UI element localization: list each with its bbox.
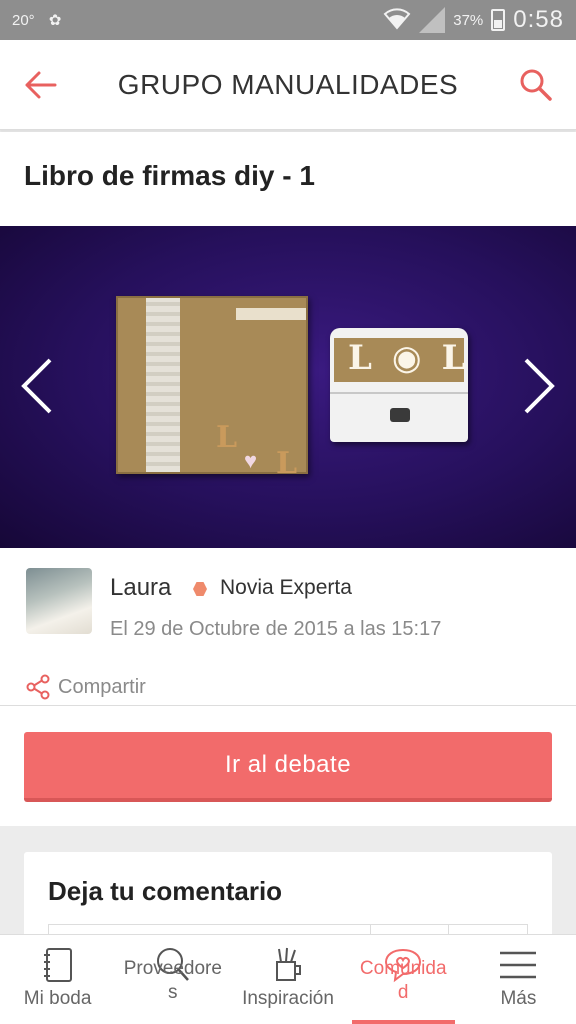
share-button[interactable]: Compartir bbox=[26, 674, 146, 700]
author-section: Laura Novia Experta El 29 de Octubre de … bbox=[0, 548, 576, 706]
back-arrow-icon[interactable] bbox=[20, 65, 60, 105]
battery-icon bbox=[491, 9, 506, 31]
status-bar: 20° ✿ 37% 0:58 bbox=[0, 0, 576, 40]
nav-label: Más bbox=[500, 988, 537, 1009]
author-rank: Novia Experta bbox=[220, 576, 352, 599]
nav-label: Mi boda bbox=[23, 988, 92, 1009]
wifi-icon bbox=[383, 6, 411, 34]
nav-label: Inspiración bbox=[242, 988, 334, 1009]
app-bar: GRUPO MANUALIDADES bbox=[0, 40, 576, 130]
post-title: Libro de firmas diy - 1 bbox=[24, 160, 315, 191]
clock-text: 0:58 bbox=[513, 6, 564, 33]
nav-item-proveedores[interactable]: Proveedore s bbox=[115, 935, 230, 1024]
rank-badge-icon bbox=[193, 582, 207, 596]
chevron-right-icon[interactable] bbox=[518, 356, 558, 416]
notebook-icon bbox=[38, 945, 78, 985]
signal-icon bbox=[419, 7, 446, 33]
author-name[interactable]: Laura bbox=[110, 574, 171, 602]
post-title-section: Libro de firmas diy - 1 bbox=[0, 132, 576, 226]
chevron-left-icon[interactable] bbox=[18, 356, 58, 416]
box-photo: L◉L bbox=[330, 328, 468, 442]
cta-section: Ir al debate bbox=[0, 706, 576, 826]
nav-item-mas[interactable]: Más bbox=[461, 935, 576, 1024]
page-title: GRUPO MANUALIDADES bbox=[117, 68, 459, 100]
avatar[interactable] bbox=[26, 568, 92, 634]
nav-item-mi-boda[interactable]: Mi boda bbox=[0, 935, 115, 1024]
comment-title: Deja tu comentario bbox=[48, 876, 283, 906]
bottom-nav: Mi boda Proveedore s Inspiración Comunid… bbox=[0, 934, 576, 1024]
nav-item-comunidad[interactable]: Comunida d bbox=[346, 935, 461, 1024]
battery-text: 37% bbox=[453, 11, 484, 29]
temperature-text: 20° bbox=[12, 11, 35, 29]
post-date: El 29 de Octubre de 2015 a las 15:17 bbox=[110, 618, 442, 640]
menu-icon bbox=[498, 945, 538, 985]
nav-label: Proveedore s bbox=[123, 958, 222, 1003]
photo-gallery[interactable]: L ♥ L L◉L bbox=[0, 226, 576, 548]
share-icon bbox=[26, 674, 50, 700]
nav-label: Comunida d bbox=[359, 958, 447, 1003]
notification-icon: ✿ bbox=[48, 12, 62, 29]
pencil-cup-icon bbox=[268, 945, 308, 985]
share-label: Compartir bbox=[58, 675, 146, 698]
search-icon[interactable] bbox=[516, 65, 556, 105]
guestbook-photo: L ♥ L bbox=[116, 296, 308, 481]
go-to-debate-button[interactable]: Ir al debate bbox=[24, 732, 552, 802]
nav-item-inspiracion[interactable]: Inspiración bbox=[230, 935, 345, 1024]
